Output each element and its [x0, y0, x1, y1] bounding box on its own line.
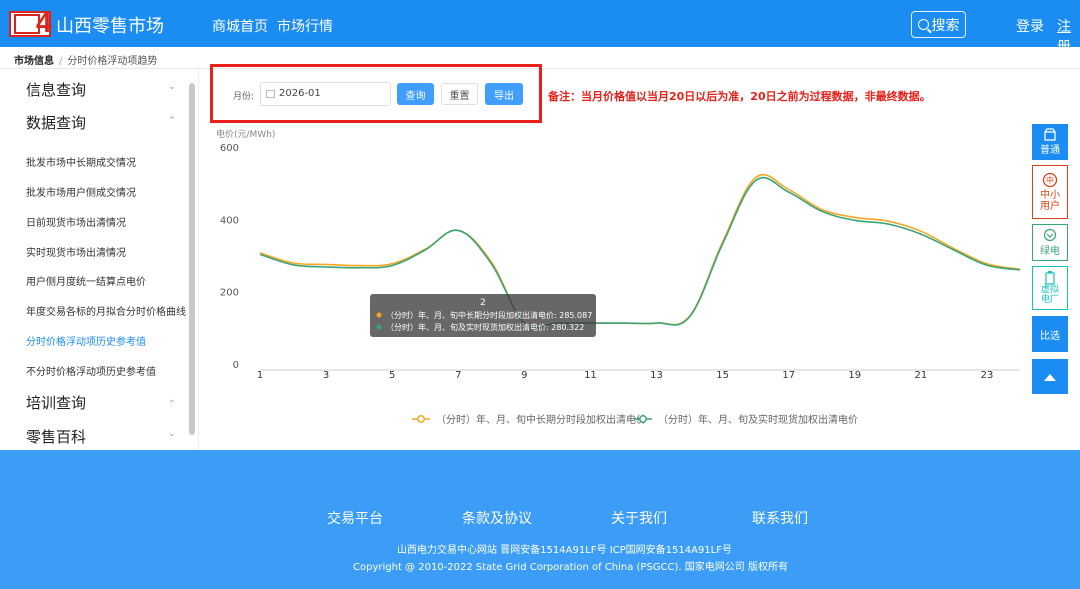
x-tick-label: 19	[848, 370, 861, 381]
chevron-down-icon[interactable]: ⌄	[168, 395, 176, 405]
sidebar-item-annual-fitted-curve[interactable]: 年度交易各标的月拟合分时价格曲线	[26, 303, 186, 318]
tool-virtual-plant-label: 虚拟电厂	[1040, 285, 1059, 305]
month-label: 月份:	[233, 92, 255, 102]
sidebar-item-non-tou-float-history[interactable]: 不分时价格浮动项历史参考值	[26, 363, 156, 378]
breadcrumb-separator: /	[59, 56, 63, 67]
footer-link-trading[interactable]: 交易平台	[327, 508, 383, 528]
footer-link-terms[interactable]: 条款及协议	[462, 508, 532, 528]
export-button[interactable]: 导出	[485, 83, 523, 105]
logo-number: 4	[36, 7, 52, 38]
sidebar-group-encyclopedia[interactable]: 零售百科	[26, 426, 86, 447]
y-tick-label: 200	[220, 288, 239, 299]
nav-market[interactable]: 市场行情	[277, 16, 333, 36]
x-tick-label: 21	[915, 370, 928, 381]
zhong-badge-icon: 中	[1042, 172, 1058, 188]
sidebar-item-tou-float-history[interactable]: 分时价格浮动项历史参考值	[26, 333, 146, 348]
tooltip-title: 2	[480, 298, 486, 308]
price-line-chart[interactable]: 电价(元/MWh)02004006001 3 5 7 9 11 13 15 17 19 21 232（…	[200, 124, 1030, 446]
calendar-icon	[266, 90, 275, 98]
tooltip-line: （分时）年、月、旬中长期分时段加权出清电价: 285.087	[386, 310, 592, 320]
reset-button[interactable]: 重置	[441, 83, 478, 105]
chevron-down-icon[interactable]: ⌄	[168, 82, 176, 92]
brand-title[interactable]: 山西零售市场	[56, 12, 164, 38]
chevron-down-icon[interactable]: ⌄	[168, 429, 176, 439]
x-tick-label: 1	[257, 370, 263, 381]
tool-green-power[interactable]: 绿电	[1032, 224, 1068, 261]
x-tick-label: 7	[455, 370, 461, 381]
back-to-top-button[interactable]	[1032, 359, 1068, 394]
search-icon	[917, 19, 929, 30]
battery-icon	[1045, 271, 1055, 285]
compare-label: 比选	[1040, 330, 1060, 342]
svg-text:中: 中	[1046, 175, 1054, 185]
breadcrumb-root[interactable]: 市场信息	[14, 56, 54, 67]
sidebar-item-wholesale-mid-long[interactable]: 批发市场中长期成交情况	[26, 154, 136, 169]
legend-marker[interactable]	[639, 415, 647, 423]
tool-green-power-label: 绿电	[1040, 246, 1060, 257]
x-tick-label: 5	[389, 370, 395, 381]
remark-note: 备注：当月价格值以当月20日以后为准，20日之前为过程数据，非最终数据。	[548, 90, 931, 103]
sidebar-item-realtime-spot[interactable]: 实时现货市场出清情况	[26, 244, 126, 259]
search-button[interactable]: 搜索	[911, 11, 966, 38]
footer-link-about[interactable]: 关于我们	[611, 508, 667, 528]
shop-icon	[1044, 128, 1056, 141]
sidebar-group-training[interactable]: 培训查询	[26, 392, 86, 413]
footer-copyright: Copyright @ 2010-2022 State Grid Corpora…	[353, 562, 788, 573]
tool-normal[interactable]: 普通	[1032, 124, 1068, 160]
tool-small-user[interactable]: 中 中小用户	[1032, 165, 1068, 219]
query-button[interactable]: 查询	[397, 83, 434, 105]
y-tick-label: 400	[220, 215, 239, 226]
sidebar-group-data[interactable]: 数据查询	[26, 112, 86, 133]
x-tick-label: 3	[323, 370, 329, 381]
sidebar-item-day-ahead-spot[interactable]: 日前现货市场出清情况	[26, 214, 126, 229]
tool-small-user-label: 中小用户	[1040, 190, 1060, 212]
x-tick-label: 11	[584, 370, 597, 381]
sidebar-item-user-settlement-price[interactable]: 用户侧月度统一结算点电价	[26, 273, 146, 288]
y-tick-label: 0	[233, 360, 239, 371]
search-label: 搜索	[931, 17, 960, 34]
legend-item-2[interactable]: （分时）年、月、旬及实时现货加权出清电价	[658, 413, 858, 426]
x-tick-label: 9	[521, 370, 527, 381]
sidebar-group-info[interactable]: 信息查询	[26, 79, 86, 100]
x-tick-label: 15	[716, 370, 729, 381]
top-header: 4 山西零售市场 商城首页 市场行情 搜索 登录 注册	[0, 0, 1080, 55]
login-link[interactable]: 登录	[1016, 16, 1044, 36]
footer-icp: 山西电力交易中心网站 晋网安备1514A91LF号 ICP国网安备1514A91…	[397, 545, 732, 556]
tool-virtual-plant[interactable]: 虚拟电厂	[1032, 266, 1068, 310]
tooltip-marker	[376, 312, 382, 318]
leaf-icon	[1043, 228, 1057, 242]
y-tick-label: 600	[220, 143, 239, 154]
legend-marker[interactable]	[417, 415, 425, 423]
register-link[interactable]: 注册	[1057, 16, 1080, 56]
tooltip-line: （分时）年、月、旬及实时现货加权出清电价: 280.322	[386, 322, 584, 332]
month-picker[interactable]: 2026-01	[260, 82, 391, 106]
sidebar-scrollbar[interactable]	[189, 83, 195, 435]
x-tick-label: 13	[650, 370, 663, 381]
sidebar-item-wholesale-user-side[interactable]: 批发市场用户侧成交情况	[26, 184, 136, 199]
x-tick-label: 23	[981, 370, 994, 381]
x-tick-label: 17	[782, 370, 795, 381]
tool-normal-label: 普通	[1040, 145, 1060, 156]
y-axis-label: 电价(元/MWh)	[216, 128, 275, 140]
arrow-up-icon	[1044, 373, 1056, 381]
breadcrumb: 市场信息 / 分时价格浮动项趋势	[14, 52, 157, 67]
chevron-up-icon[interactable]: ⌃	[168, 116, 176, 126]
footer-link-contact[interactable]: 联系我们	[752, 508, 808, 528]
compare-button[interactable]: 比选	[1032, 316, 1068, 352]
tooltip-marker	[376, 324, 382, 330]
breadcrumb-current: 分时价格浮动项趋势	[67, 56, 158, 67]
legend-item-1[interactable]: （分时）年、月、旬中长期分时段加权出清电价	[436, 413, 646, 426]
nav-home[interactable]: 商城首页	[212, 16, 268, 36]
